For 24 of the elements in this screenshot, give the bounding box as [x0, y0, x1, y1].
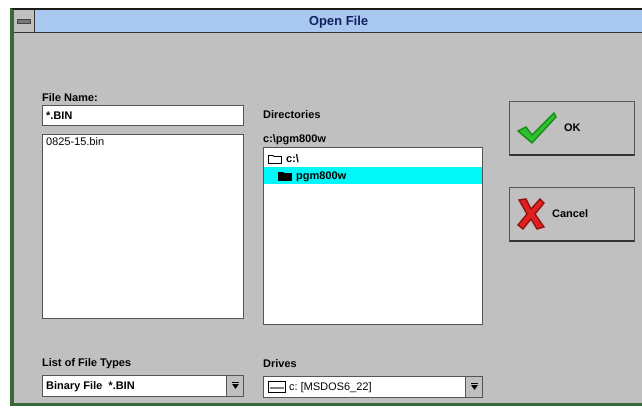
file-name-field[interactable]: *.BIN	[42, 105, 244, 126]
file-item[interactable]: 0825-15.bin	[43, 135, 243, 149]
checkmark-icon	[516, 111, 558, 145]
drives-label: Drives	[263, 357, 298, 371]
system-menu-icon[interactable]	[14, 10, 35, 32]
drives-dropdown[interactable]: c: [MSDOS6_22]	[263, 376, 483, 398]
file-types-label: List of File Types	[42, 356, 132, 370]
window-title: Open File	[308, 12, 370, 30]
directories-label: Directories	[263, 108, 322, 122]
cancel-button[interactable]: Cancel	[509, 187, 635, 242]
cross-icon	[516, 197, 546, 231]
folder-icon	[268, 154, 282, 164]
current-path: c:\pgm800w	[263, 133, 327, 147]
folder-icon	[278, 170, 292, 180]
directory-item[interactable]: c:\	[264, 150, 482, 167]
drive-icon	[268, 381, 286, 393]
drives-value: c: [MSDOS6_22]	[288, 381, 373, 393]
file-types-value: Binary File *.BIN	[45, 380, 136, 392]
directory-list[interactable]: c:\ pgm800w	[263, 147, 483, 325]
file-list[interactable]: 0825-15.bin	[42, 134, 244, 319]
file-name-label: File Name:	[42, 91, 99, 105]
ok-button[interactable]: OK	[509, 101, 635, 156]
directory-item[interactable]: pgm800w	[264, 167, 482, 184]
file-types-dropdown[interactable]: Binary File *.BIN	[42, 375, 244, 397]
